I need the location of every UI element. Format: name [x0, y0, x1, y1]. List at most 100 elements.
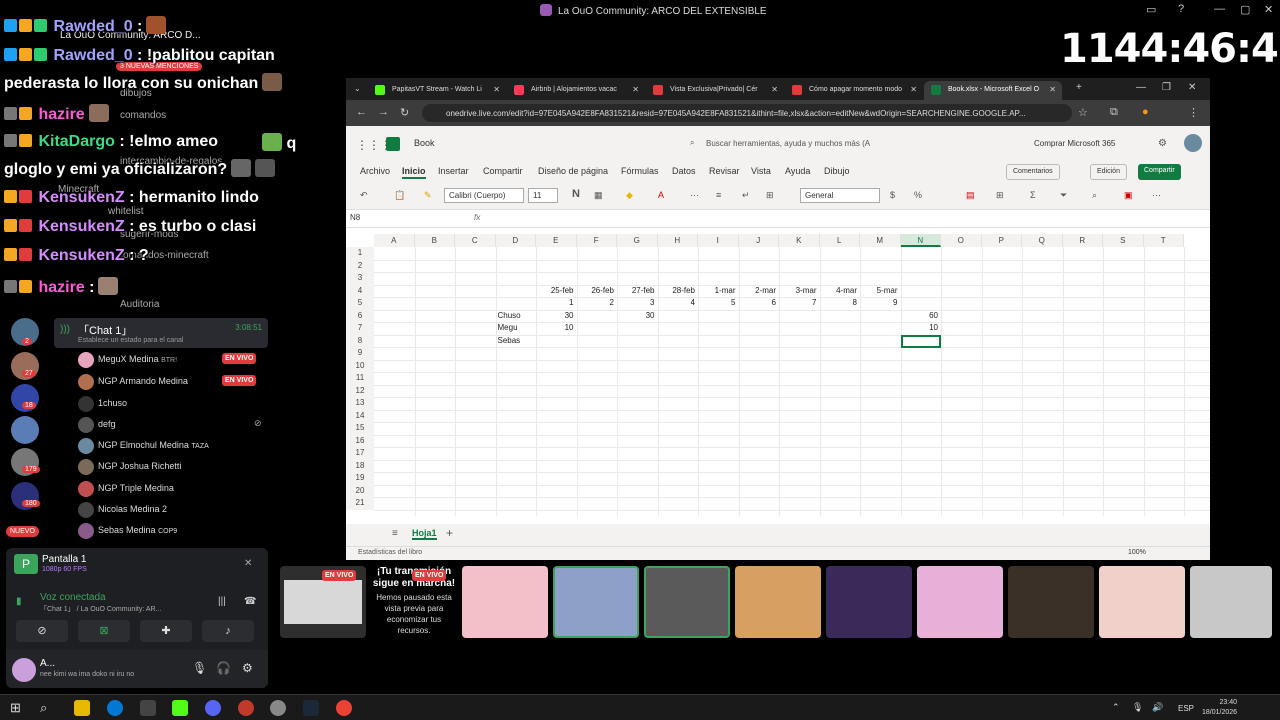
- close-icon[interactable]: ✕: [771, 85, 778, 94]
- column-header[interactable]: B: [414, 234, 455, 247]
- row-header[interactable]: 15: [346, 422, 374, 435]
- tray-chevron-icon[interactable]: ⌃: [1112, 702, 1120, 713]
- column-header[interactable]: Q: [1022, 234, 1063, 247]
- column-header[interactable]: F: [576, 234, 617, 247]
- channel-whitelist[interactable]: whitelist: [108, 206, 144, 217]
- menu-icon[interactable]: ⋮: [1188, 106, 1199, 119]
- conditional-format-icon[interactable]: ▤: [966, 190, 975, 201]
- app-icon[interactable]: [270, 700, 286, 716]
- cell[interactable]: 26-feb: [579, 285, 614, 297]
- tab-insertar[interactable]: Insertar: [438, 166, 469, 176]
- browser-tab-active[interactable]: Book.xlsx - Microsoft Excel O ✕: [924, 81, 1062, 100]
- mic-icon[interactable]: 🎙: [1132, 702, 1143, 713]
- stream-preview[interactable]: EN VIVO: [280, 566, 366, 638]
- cell[interactable]: 7: [781, 297, 816, 309]
- sort-filter-icon[interactable]: ⏷: [1060, 190, 1067, 201]
- tab-datos[interactable]: Datos: [672, 166, 696, 176]
- font-family-select[interactable]: Calibri (Cuerpo): [444, 188, 524, 203]
- restore-icon[interactable]: ❐: [1162, 82, 1171, 93]
- headphones-icon[interactable]: 🎧: [216, 661, 231, 675]
- language-indicator[interactable]: ESP: [1178, 704, 1194, 713]
- column-header[interactable]: J: [738, 234, 779, 247]
- paste-icon[interactable]: 📋: [394, 190, 405, 201]
- row-header[interactable]: 17: [346, 447, 374, 460]
- row-header[interactable]: 14: [346, 409, 374, 422]
- participant-tile[interactable]: [917, 566, 1003, 638]
- participant-tile[interactable]: [462, 566, 548, 638]
- bookmark-icon[interactable]: ☆: [1078, 106, 1088, 119]
- cell[interactable]: 10: [903, 322, 938, 334]
- row-header[interactable]: 6: [346, 309, 374, 322]
- font-size-select[interactable]: 11: [528, 188, 558, 203]
- cell[interactable]: 3-mar: [781, 285, 817, 297]
- fill-color-icon[interactable]: ◆: [626, 190, 633, 201]
- column-header[interactable]: D: [495, 234, 536, 247]
- chrome-icon[interactable]: [336, 700, 352, 716]
- buy-m365-button[interactable]: Comprar Microsoft 365: [1034, 139, 1115, 148]
- percent-icon[interactable]: %: [914, 190, 922, 200]
- extensions-icon[interactable]: ⧉: [1110, 106, 1118, 119]
- activities-button[interactable]: ✚: [140, 620, 192, 642]
- tab-diseno[interactable]: Diseño de página: [538, 166, 608, 176]
- settings-icon[interactable]: ⚙: [1158, 138, 1167, 149]
- tab-list-icon[interactable]: ⌄: [354, 84, 361, 93]
- close-icon[interactable]: ✕: [1188, 82, 1196, 93]
- spreadsheet-grid[interactable]: A B C D E F G H I J K L M N O P Q R S T 1 2 3 4 5 6 7 8 9 10 11 12 13 14 1…: [346, 234, 1210, 516]
- column-header[interactable]: N: [900, 234, 941, 247]
- tab-dibujo[interactable]: Dibujo: [824, 166, 850, 176]
- participant-tile[interactable]: [826, 566, 912, 638]
- voice-user[interactable]: MeguX Medina BTR! EN VIVO: [78, 350, 268, 370]
- column-header[interactable]: I: [698, 234, 739, 247]
- voice-user[interactable]: Nicolas Medina 2: [78, 500, 268, 520]
- row-header[interactable]: 2: [346, 259, 374, 272]
- cell[interactable]: 3: [619, 297, 654, 309]
- participant-tile[interactable]: [1190, 566, 1272, 638]
- bold-button[interactable]: N: [572, 188, 580, 200]
- cell[interactable]: 6: [741, 297, 776, 309]
- screen-share-status[interactable]: P Pantalla 1 1080p 60 FPS ✕: [6, 548, 268, 584]
- settings-icon[interactable]: ⚙: [242, 661, 253, 675]
- column-header[interactable]: E: [536, 234, 577, 247]
- reload-icon[interactable]: ↻: [400, 106, 409, 119]
- find-icon[interactable]: ⌕: [1092, 190, 1097, 201]
- row-header[interactable]: 9: [346, 347, 374, 360]
- share-screen-button[interactable]: ⊠: [78, 620, 130, 642]
- column-header[interactable]: T: [1143, 234, 1184, 247]
- cell[interactable]: 28-feb: [660, 285, 695, 297]
- sheet-tab-hoja1[interactable]: Hoja1: [412, 528, 437, 540]
- row-header[interactable]: 21: [346, 497, 374, 510]
- column-header[interactable]: R: [1062, 234, 1103, 247]
- help-icon[interactable]: ?: [1178, 3, 1184, 15]
- participant-tile[interactable]: [553, 566, 639, 638]
- voice-user[interactable]: 1chuso: [78, 394, 268, 414]
- url-input[interactable]: onedrive.live.com/edit?id=97E045A942E8FA…: [422, 104, 1072, 122]
- selected-cell[interactable]: [900, 334, 941, 348]
- cell[interactable]: 25-feb: [538, 285, 574, 297]
- voice-user[interactable]: NGP Elmochul Medina TAZA: [78, 436, 268, 456]
- close-icon[interactable]: ✕: [1049, 85, 1056, 94]
- close-icon[interactable]: ✕: [910, 85, 917, 94]
- row-header[interactable]: 20: [346, 484, 374, 497]
- forward-icon[interactable]: →: [378, 106, 389, 118]
- tab-compartir[interactable]: Compartir: [483, 166, 523, 176]
- row-header[interactable]: 13: [346, 397, 374, 410]
- cell[interactable]: 9: [862, 297, 897, 309]
- cell[interactable]: 4-mar: [822, 285, 857, 297]
- cell[interactable]: 30: [538, 310, 574, 322]
- sum-icon[interactable]: Σ: [1030, 190, 1036, 200]
- cell[interactable]: 4: [660, 297, 695, 309]
- add-sheet-icon[interactable]: +: [446, 526, 453, 540]
- voice-user[interactable]: Sebas Medina COP9: [78, 521, 268, 541]
- sheet-list-icon[interactable]: ≡: [392, 528, 398, 539]
- server-icon[interactable]: [11, 416, 39, 444]
- cell[interactable]: 2: [579, 297, 614, 309]
- participant-tile[interactable]: [1008, 566, 1094, 638]
- cell[interactable]: Chuso: [498, 310, 534, 322]
- camera-off-button[interactable]: ⊘: [16, 620, 68, 642]
- browser-tab[interactable]: Airbnb | Alojamientos vacac ✕: [507, 81, 645, 100]
- steam-icon[interactable]: [303, 700, 319, 716]
- merge-icon[interactable]: ⊞: [766, 190, 774, 201]
- tab-ayuda[interactable]: Ayuda: [785, 166, 810, 176]
- new-tab-icon[interactable]: +: [1076, 82, 1082, 93]
- noise-icon[interactable]: |||: [218, 596, 226, 607]
